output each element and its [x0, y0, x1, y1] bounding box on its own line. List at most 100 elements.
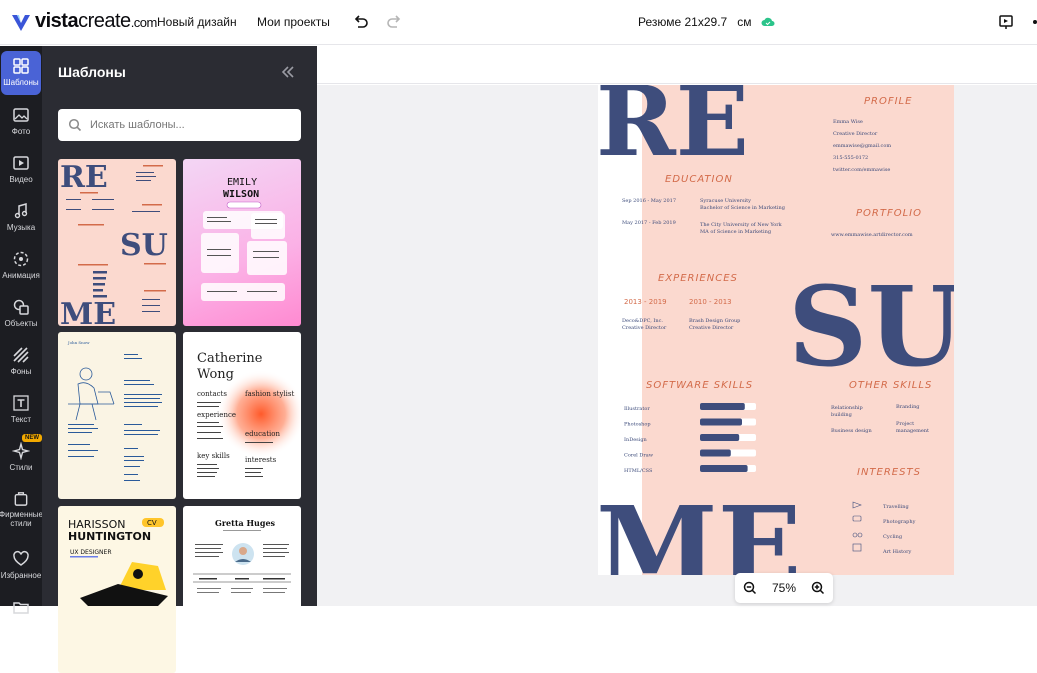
- document-title[interactable]: Резюме 21x29.7 см: [638, 15, 775, 29]
- thumb-text: Gretta Huges: [215, 518, 276, 528]
- document-name: Резюме 21x29.7: [638, 15, 728, 29]
- resume-big-letters-su: SU: [788, 262, 954, 391]
- share-icon[interactable]: [1029, 13, 1037, 31]
- sidebar-item-label: Фоны: [10, 367, 32, 376]
- sidebar-item-label: Текст: [10, 415, 32, 424]
- other-skill: building: [831, 412, 853, 418]
- experience-role: Creative Director: [622, 325, 667, 331]
- logo-text-domain: .com: [130, 15, 158, 30]
- logo-text: vistacreate.com: [35, 10, 157, 33]
- thumb-text: EMILY: [227, 177, 257, 188]
- education-degree: Bachelor of Science in Marketing: [700, 205, 786, 211]
- sidebar-item-video[interactable]: Видео: [0, 148, 42, 192]
- new-badge: NEW: [22, 434, 42, 442]
- software-skills-heading: SOFTWARE SKILLS: [646, 380, 753, 391]
- sidebar-item-animation[interactable]: Анимация: [0, 244, 42, 288]
- sidebar-item-folder[interactable]: [0, 592, 42, 636]
- template-thumb-emily-wilson[interactable]: EMILY WILSON: [183, 159, 301, 326]
- other-skill: Business design: [831, 428, 872, 434]
- thumb-text: RE: [60, 160, 108, 195]
- new-design-link[interactable]: Новый дизайн: [157, 15, 237, 29]
- logo-text-create: create: [78, 10, 131, 32]
- template-thumb-catherine-wong[interactable]: Catherine Wong fashion stylist contacts …: [183, 332, 301, 499]
- sidebar-item-label: Фирменные стили: [0, 510, 43, 528]
- template-thumb-resume[interactable]: RE SU ME: [58, 159, 176, 326]
- template-search[interactable]: [58, 109, 301, 141]
- profile-line: emmawise@gmail.com: [833, 142, 891, 149]
- styles-icon: [12, 442, 30, 460]
- thumb-text: Wong: [197, 367, 234, 382]
- experiences-heading: EXPERIENCES: [658, 273, 738, 284]
- collapse-panel-icon[interactable]: [280, 64, 296, 80]
- education-date: May 2017 - Feb 2019: [622, 220, 676, 226]
- education-school: The City University of New York: [700, 222, 783, 228]
- thumb-text: fashion stylist: [245, 390, 294, 398]
- software-skill-name: Corel Draw: [624, 453, 654, 459]
- software-skill-bar: [700, 465, 748, 472]
- left-sidebar: Шаблоны Фото Видео Музыка Анимация Объек…: [0, 46, 43, 614]
- thumb-text: experience: [197, 411, 236, 419]
- template-preview: HARISSON CV HUNTINGTON UX DESIGNER: [68, 518, 168, 606]
- software-skill-bar: [700, 418, 742, 426]
- sidebar-item-label: Избранное: [0, 571, 42, 580]
- resume-page[interactable]: RE SU ME PROFILE Emma Wise Creative Dire…: [598, 85, 954, 575]
- thumb-text: John Snow: [67, 340, 90, 345]
- software-skill-name: Illustrator: [624, 406, 650, 412]
- sidebar-item-backgrounds[interactable]: Фоны: [0, 340, 42, 384]
- sidebar-item-music[interactable]: Музыка: [0, 196, 42, 240]
- template-thumb-illustrated[interactable]: John Snow: [58, 332, 176, 499]
- thumb-text: HUNTINGTON: [68, 530, 151, 543]
- sidebar-item-label: Объекты: [4, 319, 38, 328]
- thumb-text: SU: [120, 228, 168, 263]
- education-school: Syracuse University: [700, 198, 751, 204]
- top-bar: vistacreate.com Новый дизайн Мои проекты…: [0, 0, 1037, 45]
- resume-big-letters-me: ME: [598, 482, 802, 575]
- interest-item: Travelling: [883, 504, 910, 510]
- resume-design: RE SU ME PROFILE Emma Wise Creative Dire…: [598, 85, 954, 575]
- interest-item: Art History: [882, 549, 912, 555]
- text-icon: [13, 395, 29, 411]
- search-icon: [68, 118, 82, 132]
- thumb-text: education: [245, 430, 280, 438]
- music-icon: [14, 203, 28, 219]
- template-preview: John Snow: [67, 340, 162, 481]
- software-skill-name: HTML/CSS: [624, 468, 653, 474]
- undo-icon[interactable]: [352, 13, 370, 31]
- thumb-text: CV: [147, 519, 157, 527]
- sidebar-item-text[interactable]: Текст: [0, 388, 42, 432]
- my-projects-link[interactable]: Мои проекты: [257, 15, 330, 29]
- experience-years: 2010 - 2013: [689, 298, 732, 306]
- sidebar-item-templates[interactable]: Шаблоны: [1, 51, 41, 95]
- software-skill-bar: [700, 434, 740, 441]
- vistacreate-logo[interactable]: vistacreate.com: [10, 10, 157, 33]
- animation-icon: [13, 251, 29, 267]
- other-skill: Project: [896, 421, 914, 427]
- search-input[interactable]: [90, 119, 290, 131]
- heart-icon: [13, 550, 29, 566]
- present-icon[interactable]: [997, 13, 1015, 31]
- zoom-out-icon[interactable]: [743, 581, 757, 595]
- zoom-level[interactable]: 75%: [772, 581, 796, 595]
- thumb-text: ME: [60, 297, 116, 326]
- backgrounds-icon: [13, 347, 29, 363]
- sidebar-item-styles[interactable]: NEW Стили: [0, 434, 42, 480]
- zoom-control: 75%: [735, 573, 833, 603]
- sidebar-item-photo[interactable]: Фото: [0, 100, 42, 144]
- experience-role: Creative Director: [689, 325, 734, 331]
- cloud-saved-icon: [761, 17, 775, 26]
- education-degree: MA of Science in Marketing: [700, 229, 772, 235]
- thumb-text: UX DESIGNER: [70, 549, 112, 556]
- sidebar-item-favorites[interactable]: Избранное: [0, 544, 42, 588]
- profile-line: Emma Wise: [833, 119, 863, 125]
- zoom-in-icon[interactable]: [811, 581, 825, 595]
- template-thumb-gretta-huges[interactable]: Gretta Huges: [183, 506, 301, 673]
- sidebar-item-objects[interactable]: Объекты: [0, 292, 42, 336]
- sidebar-item-label: Анимация: [2, 271, 40, 280]
- redo-icon[interactable]: [385, 13, 403, 31]
- photo-icon: [13, 108, 29, 122]
- logo-icon: [12, 14, 30, 31]
- sidebar-item-brand-kit[interactable]: Фирменные стили: [0, 484, 43, 528]
- profile-line: twitter.com/emmawise: [833, 167, 890, 173]
- template-thumb-harisson-huntington[interactable]: HARISSON CV HUNTINGTON UX DESIGNER: [58, 506, 176, 673]
- interests-heading: INTERESTS: [857, 467, 921, 478]
